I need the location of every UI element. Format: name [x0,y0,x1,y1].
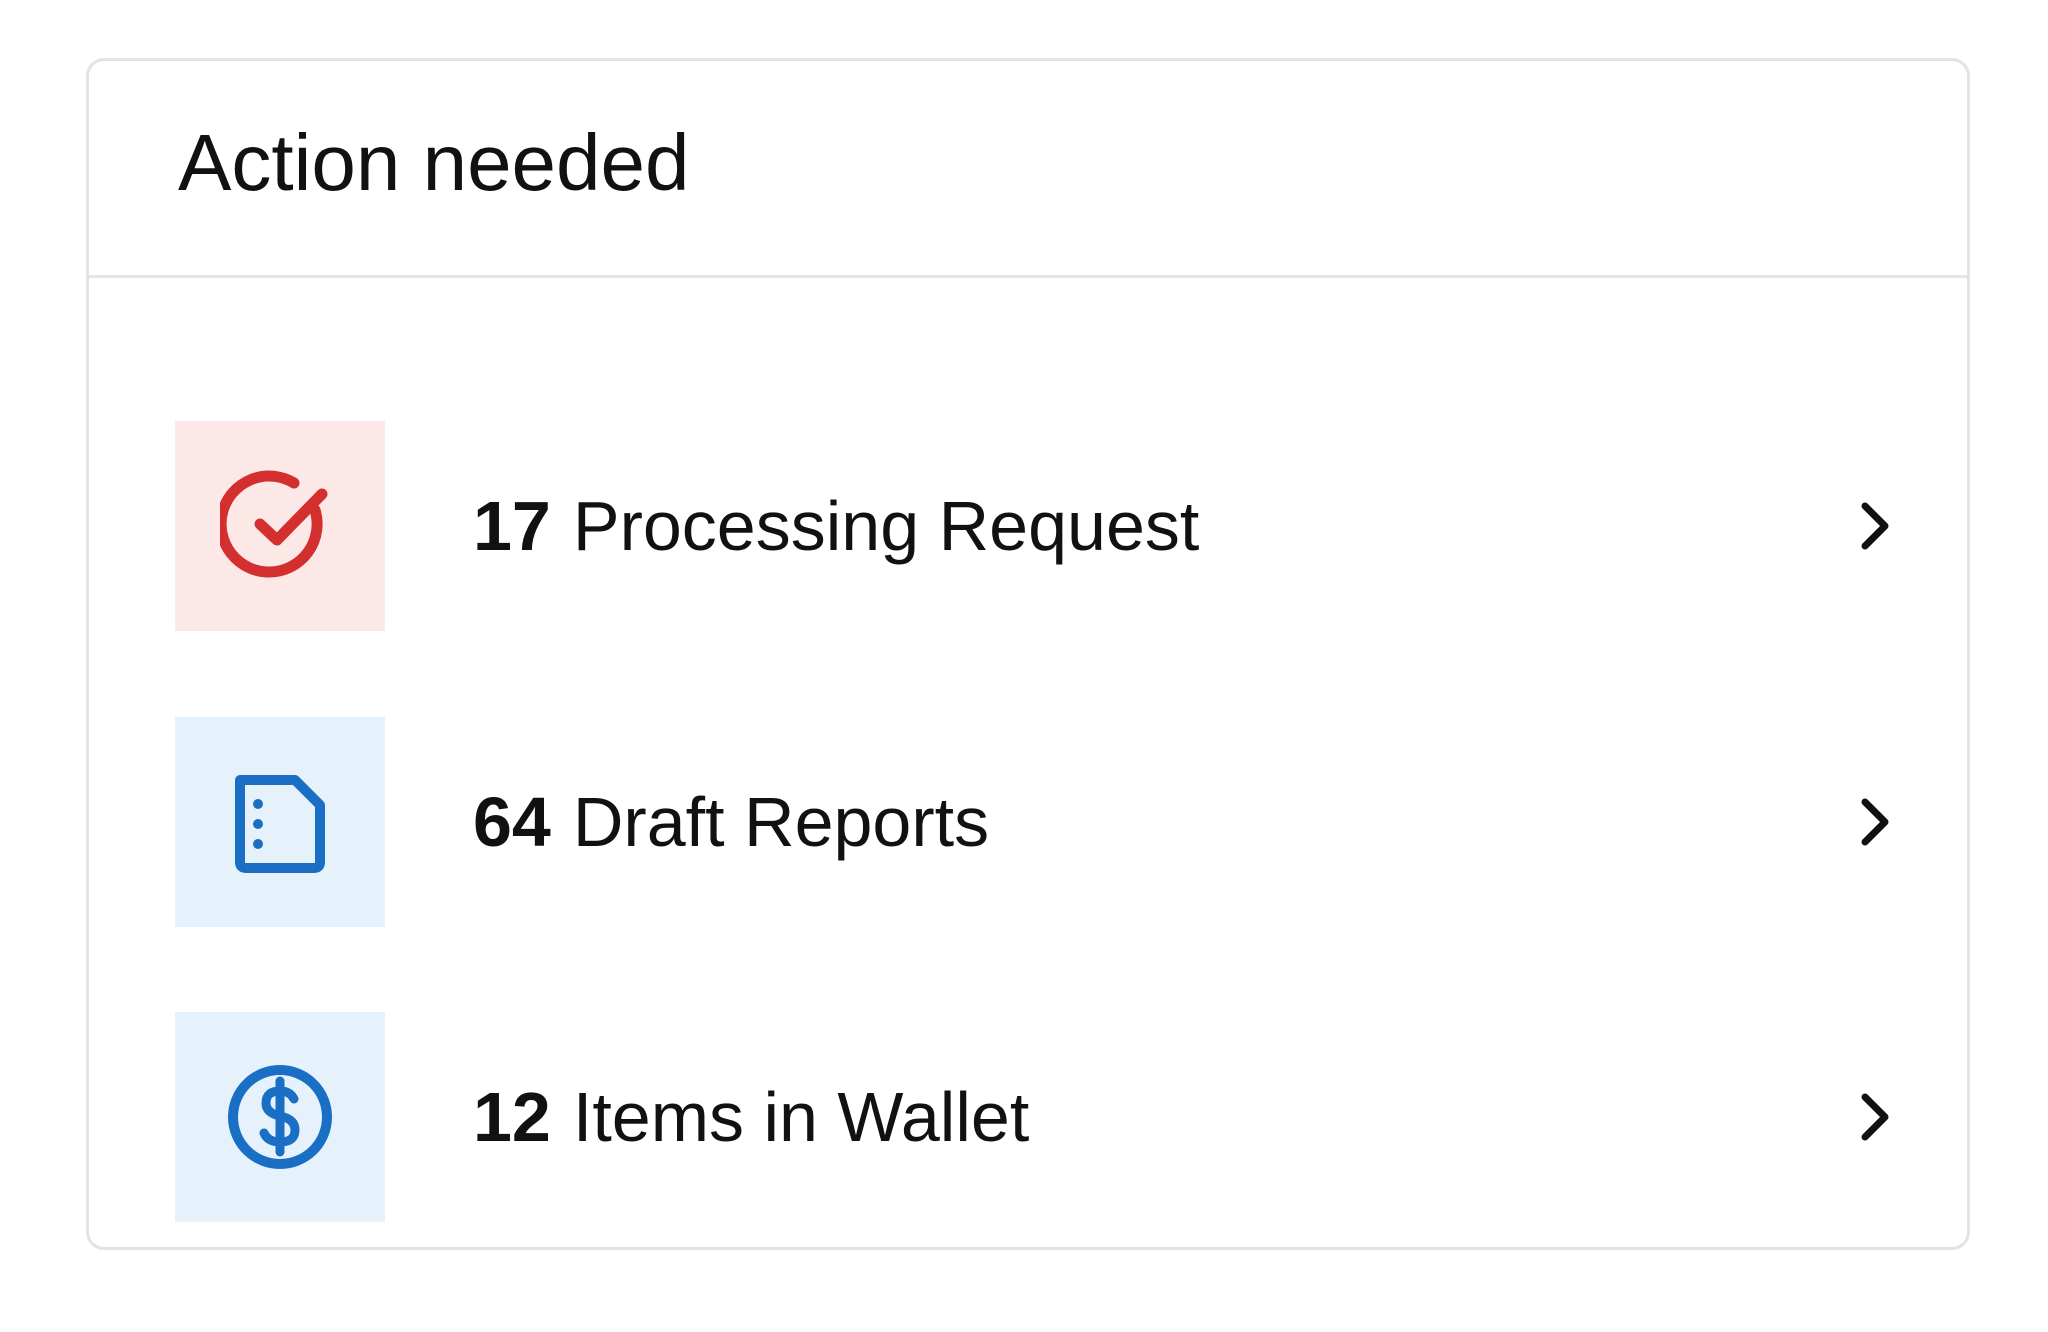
document-icon [235,775,325,873]
action-item-draft-reports[interactable]: 64 Draft Reports [175,717,1905,927]
icon-tile [175,421,385,631]
item-count: 17 [473,487,551,565]
item-label: Processing Request [572,487,1200,565]
check-circle-icon [220,470,328,578]
action-item-processing-request[interactable]: 17 Processing Request [175,421,1905,631]
card-header: Action needed [89,61,1967,278]
action-item-text: 17 Processing Request [473,491,1845,561]
chevron-right-icon [1845,1087,1905,1147]
item-label: Draft Reports [572,783,990,861]
item-label: Items in Wallet [572,1078,1030,1156]
action-item-text: 64 Draft Reports [473,787,1845,857]
action-item-items-in-wallet[interactable]: 12 Items in Wallet [175,1012,1905,1222]
dollar-circle-icon [228,1065,332,1169]
chevron-right-icon [1845,792,1905,852]
action-item-text: 12 Items in Wallet [473,1082,1845,1152]
action-needed-card: Action needed 17 Processing Request 64 D… [86,58,1970,1250]
icon-tile [175,1012,385,1222]
item-count: 64 [473,783,551,861]
card-title: Action needed [178,118,690,207]
icon-tile [175,717,385,927]
chevron-right-icon [1845,496,1905,556]
item-count: 12 [473,1078,551,1156]
